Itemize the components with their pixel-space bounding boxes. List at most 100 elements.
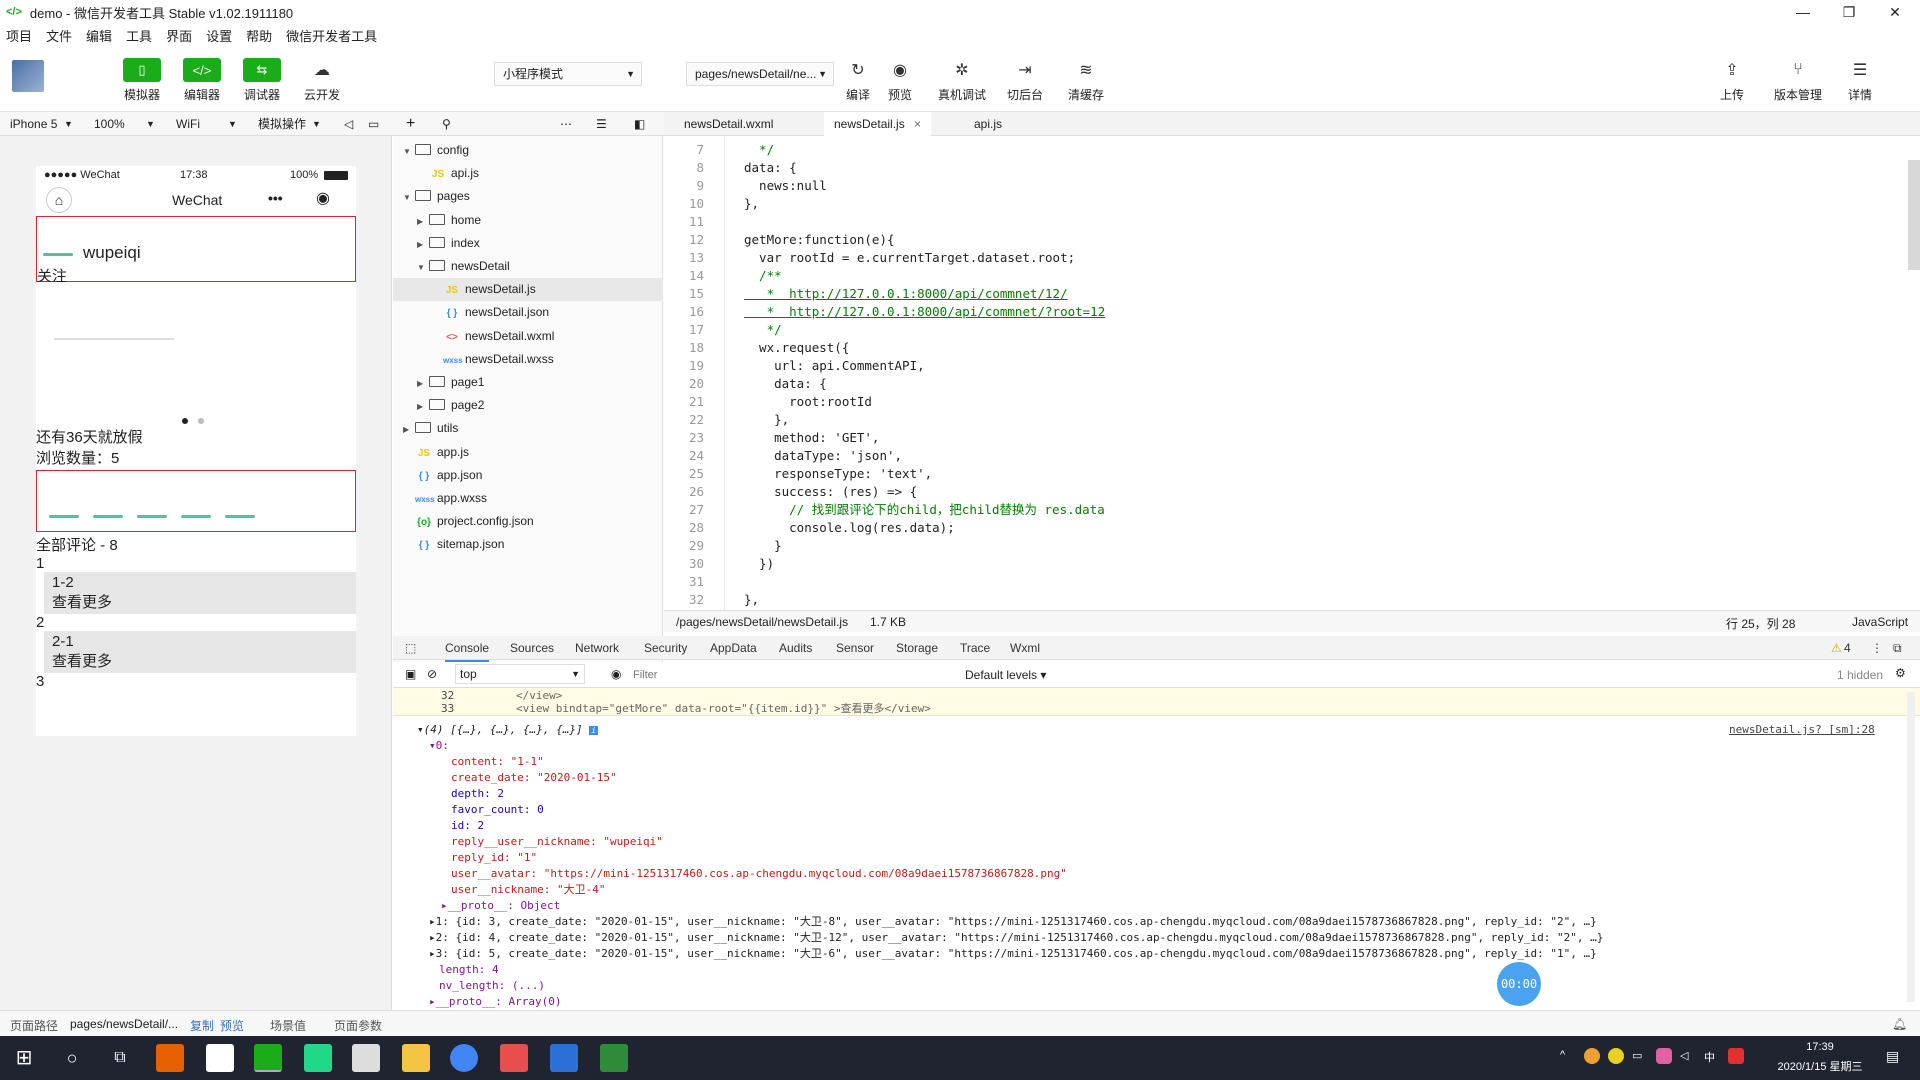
- swiper-dot-active[interactable]: [182, 418, 188, 424]
- debugger-button[interactable]: ⇆ 调试器: [236, 58, 288, 103]
- search-icon[interactable]: ○: [58, 1044, 86, 1072]
- zoom-select[interactable]: 100%: [94, 112, 125, 136]
- context-select[interactable]: top ▼: [455, 664, 585, 684]
- capsule-close-icon[interactable]: ◉: [316, 188, 330, 208]
- see-more-button[interactable]: 查看更多: [52, 650, 356, 671]
- more-icon[interactable]: ⋯: [560, 112, 572, 136]
- notification-icon[interactable]: ▤: [1886, 1048, 1899, 1065]
- task-view-icon[interactable]: ⧉: [106, 1044, 134, 1072]
- maximize-button[interactable]: ❐: [1826, 0, 1872, 24]
- tree-item[interactable]: ▾0:: [429, 738, 449, 754]
- tree-item-page2[interactable]: ▶ page2: [393, 394, 663, 417]
- split-icon[interactable]: ◧: [634, 112, 645, 136]
- details-button[interactable]: ☰ 详情: [1834, 58, 1886, 103]
- tab-api-js[interactable]: api.js: [964, 112, 1012, 136]
- tray-chevron-icon[interactable]: ^: [1560, 1049, 1565, 1061]
- device-select[interactable]: iPhone 5: [10, 112, 57, 136]
- ime-indicator[interactable]: 中: [1704, 1049, 1715, 1065]
- tree-item-sitemap-json[interactable]: { } sitemap.json: [393, 533, 663, 556]
- eye-icon[interactable]: ◉: [611, 667, 621, 681]
- menu-file[interactable]: 文件: [46, 26, 72, 45]
- tree-item-app-wxss[interactable]: wxss app.wxss: [393, 487, 663, 510]
- chrome-icon[interactable]: [450, 1044, 478, 1072]
- clock-date[interactable]: 2020/1/15 星期三: [1770, 1058, 1870, 1074]
- scrollbar[interactable]: [1908, 160, 1920, 270]
- tree-item-pages[interactable]: ▼ pages: [393, 185, 663, 208]
- tree-item-page1[interactable]: ▶ page1: [393, 371, 663, 394]
- tab-trace[interactable]: Trace: [960, 636, 990, 660]
- search-icon[interactable]: ⚲: [442, 112, 451, 136]
- scrollbar[interactable]: [1907, 692, 1915, 1002]
- pycharm-icon[interactable]: [304, 1044, 332, 1072]
- tab-newsdetail-wxml[interactable]: newsDetail.wxml: [674, 112, 783, 136]
- clear-cache-button[interactable]: ≋ 清缓存: [1060, 58, 1112, 103]
- tab-sensor[interactable]: Sensor: [836, 636, 874, 660]
- vim-icon[interactable]: [352, 1044, 380, 1072]
- tree-item-newsdetail[interactable]: ▼ newsDetail: [393, 255, 663, 278]
- menu-devtools[interactable]: 微信开发者工具: [286, 26, 377, 45]
- cloud-button[interactable]: ☁ 云开发: [296, 58, 348, 103]
- tray-app-icon[interactable]: [1608, 1048, 1624, 1064]
- tree-item-newsdetail-json[interactable]: { } newsDetail.json: [393, 301, 663, 324]
- tree-item-home[interactable]: ▶ home: [393, 209, 663, 232]
- tree-item[interactable]: ▸3: {id: 5, create_date: "2020-01-15", u…: [429, 946, 1597, 962]
- menu-help[interactable]: 帮助: [246, 26, 272, 45]
- close-button[interactable]: ✕: [1872, 0, 1918, 24]
- close-icon[interactable]: ×: [914, 117, 921, 131]
- timer-badge[interactable]: 00:00: [1497, 962, 1541, 1006]
- folder-icon[interactable]: [402, 1044, 430, 1072]
- tab-sources[interactable]: Sources: [510, 636, 554, 660]
- network-icon[interactable]: ▭: [1632, 1049, 1642, 1062]
- sidebar-toggle-icon[interactable]: ▣: [405, 667, 416, 681]
- tree-item-utils[interactable]: ▶ utils: [393, 417, 663, 440]
- clear-console-icon[interactable]: ⊘: [427, 667, 437, 681]
- more-icon[interactable]: •••: [268, 190, 283, 206]
- add-file-icon[interactable]: +: [406, 112, 415, 136]
- sim-ops-select[interactable]: 模拟操作: [258, 112, 306, 136]
- menu-edit[interactable]: 编辑: [86, 26, 112, 45]
- page-select[interactable]: pages/newsDetail/ne... ▼: [686, 62, 834, 86]
- tree-item-app-json[interactable]: { } app.json: [393, 464, 663, 487]
- tab-appdata[interactable]: AppData: [710, 636, 757, 660]
- tree-item[interactable]: ▸1: {id: 3, create_date: "2020-01-15", u…: [429, 914, 1597, 930]
- tree-item-project-config-json[interactable]: {o} project.config.json: [393, 510, 663, 533]
- avatar[interactable]: [12, 60, 44, 92]
- tree-item-index[interactable]: ▶ index: [393, 232, 663, 255]
- menu-view[interactable]: 界面: [166, 26, 192, 45]
- bell-icon[interactable]: 🔔︎: [1892, 1017, 1907, 1031]
- copy-link[interactable]: 复制: [190, 1017, 214, 1034]
- volume-icon[interactable]: ◁: [1680, 1049, 1688, 1062]
- background-button[interactable]: ⇥ 切后台: [999, 58, 1051, 103]
- remote-debug-button[interactable]: ✲ 真机调试: [936, 58, 988, 103]
- warning-icon[interactable]: ⚠: [1831, 636, 1842, 660]
- app-icon[interactable]: [500, 1044, 528, 1072]
- dock-icon[interactable]: ⧉: [1893, 636, 1902, 660]
- swiper-dot[interactable]: [198, 418, 204, 424]
- tab-security[interactable]: Security: [644, 636, 687, 660]
- more-vert-icon[interactable]: ⋮: [1871, 636, 1883, 660]
- tab-newsdetail-js[interactable]: newsDetail.js ×: [824, 112, 932, 136]
- filter-input[interactable]: [633, 665, 873, 685]
- tree-item-newsdetail-wxml[interactable]: <> newsDetail.wxml: [393, 325, 663, 348]
- tree-item[interactable]: ▸2: {id: 4, create_date: "2020-01-15", u…: [429, 930, 1603, 946]
- tree-item[interactable]: ▸__proto__: Object: [441, 898, 560, 914]
- simulator-button[interactable]: ▯ 模拟器: [116, 58, 168, 103]
- wechat-devtools-icon[interactable]: [254, 1044, 282, 1072]
- tab-storage[interactable]: Storage: [896, 636, 938, 660]
- home-icon[interactable]: ⌂: [46, 187, 72, 213]
- screen-icon[interactable]: ▭: [368, 112, 379, 136]
- levels-select[interactable]: Default levels ▾: [965, 668, 1046, 682]
- tree-item-api-js[interactable]: JS api.js: [393, 162, 663, 185]
- firefox-icon[interactable]: [156, 1044, 184, 1072]
- gear-icon[interactable]: ⚙: [1895, 666, 1906, 680]
- tab-wxml[interactable]: Wxml: [1010, 636, 1040, 660]
- tree-item-newsdetail-js[interactable]: JS newsDetail.js: [393, 278, 663, 302]
- menu-settings[interactable]: 设置: [206, 26, 232, 45]
- menu-tools[interactable]: 工具: [126, 26, 152, 45]
- tree-item-newsdetail-wxss[interactable]: wxss newsDetail.wxss: [393, 348, 663, 371]
- clock-time[interactable]: 17:39: [1770, 1041, 1870, 1053]
- editor-button[interactable]: </> 编辑器: [176, 58, 228, 103]
- tray-app-icon[interactable]: [1656, 1048, 1672, 1064]
- sogou-icon[interactable]: [1728, 1048, 1744, 1064]
- image-swiper[interactable]: [36, 282, 356, 424]
